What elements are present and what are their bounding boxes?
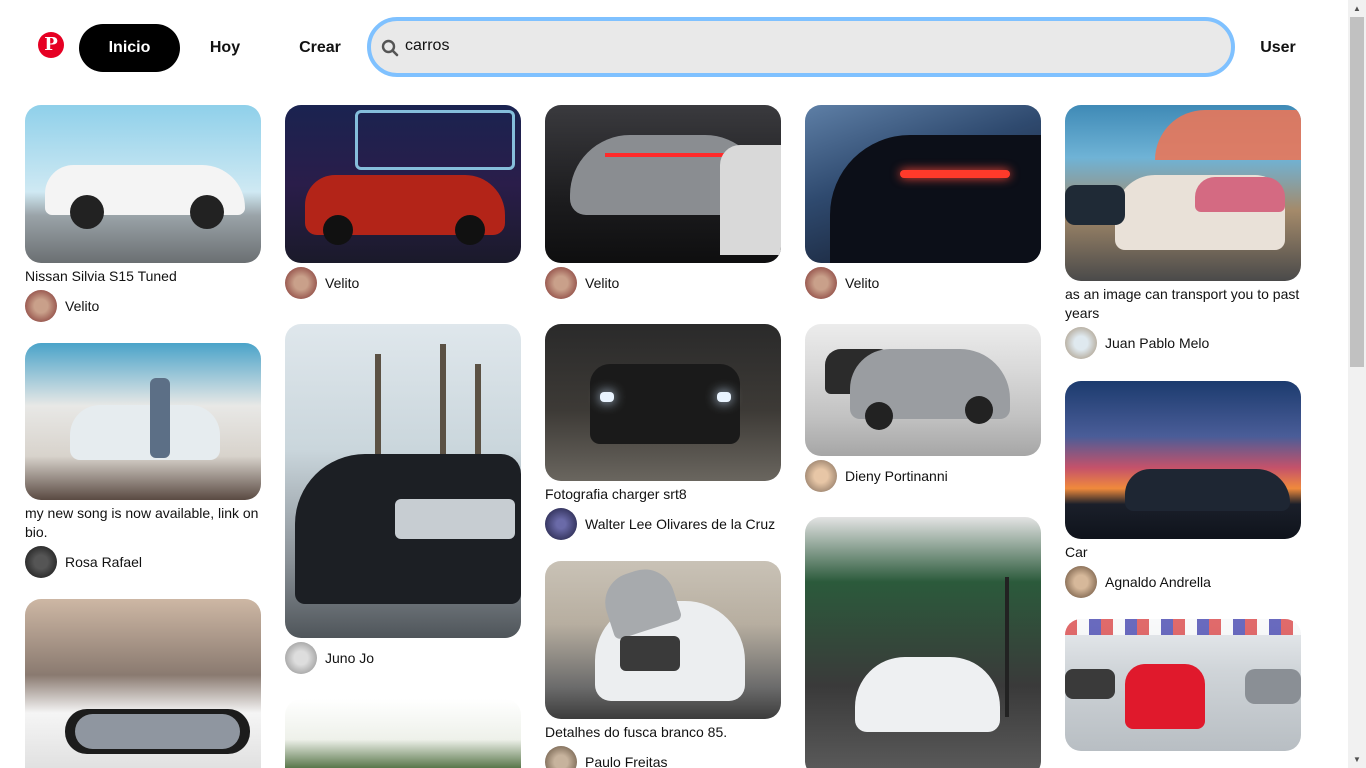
avatar[interactable] bbox=[545, 508, 577, 540]
avatar[interactable] bbox=[1065, 327, 1097, 359]
scroll-up-arrow-icon[interactable]: ▲ bbox=[1348, 0, 1366, 17]
author-name[interactable]: Velito bbox=[585, 275, 619, 291]
pin-card[interactable] bbox=[25, 599, 261, 768]
pin-card[interactable]: Velito bbox=[805, 105, 1041, 299]
pin-card[interactable]: Nissan Silvia S15 Tuned Velito bbox=[25, 105, 261, 322]
pin-image[interactable] bbox=[805, 324, 1041, 456]
page-scrollbar[interactable]: ▲ ▼ bbox=[1348, 0, 1366, 768]
pin-title: my new song is now available, link on bi… bbox=[25, 505, 259, 540]
pin-card[interactable]: Fotografia charger srt8 Walter Lee Oliva… bbox=[545, 324, 781, 540]
avatar[interactable] bbox=[285, 642, 317, 674]
search-icon bbox=[381, 39, 399, 57]
avatar[interactable] bbox=[545, 746, 577, 768]
pin-title: Nissan Silvia S15 Tuned bbox=[25, 268, 177, 284]
pin-card[interactable] bbox=[285, 699, 521, 768]
pin-card[interactable]: Dieny Portinanni bbox=[805, 324, 1041, 492]
pin-image[interactable] bbox=[285, 699, 521, 768]
author-name[interactable]: Dieny Portinanni bbox=[845, 468, 948, 484]
pin-image[interactable] bbox=[25, 599, 261, 768]
pin-card[interactable]: Velito bbox=[285, 105, 521, 299]
avatar[interactable] bbox=[25, 290, 57, 322]
user-button[interactable]: User bbox=[1252, 24, 1304, 72]
search-bar[interactable] bbox=[367, 17, 1235, 77]
pin-image[interactable] bbox=[1065, 381, 1301, 539]
pin-image[interactable] bbox=[1065, 105, 1301, 281]
author-name[interactable]: Velito bbox=[325, 275, 359, 291]
pin-image[interactable] bbox=[1065, 619, 1301, 751]
author-name[interactable]: Paulo Freitas bbox=[585, 754, 667, 768]
pin-author[interactable]: Juan Pablo Melo bbox=[1065, 327, 1301, 359]
author-name[interactable]: Velito bbox=[65, 298, 99, 314]
pin-author[interactable]: Velito bbox=[545, 267, 781, 299]
avatar[interactable] bbox=[805, 460, 837, 492]
pin-image[interactable] bbox=[545, 561, 781, 719]
pin-card[interactable]: Velito bbox=[545, 105, 781, 299]
pin-author[interactable]: Velito bbox=[25, 290, 261, 322]
pin-image[interactable] bbox=[805, 105, 1041, 263]
pin-author[interactable]: Juno Jo bbox=[285, 642, 521, 674]
home-button[interactable]: Inicio bbox=[79, 24, 180, 72]
pin-card[interactable]: my new song is now available, link on bi… bbox=[25, 343, 261, 578]
pin-author[interactable]: Velito bbox=[285, 267, 521, 299]
pin-image[interactable] bbox=[25, 105, 261, 263]
pin-card[interactable]: Car Agnaldo Andrella bbox=[1065, 381, 1301, 598]
pin-card[interactable] bbox=[1065, 619, 1301, 751]
avatar[interactable] bbox=[25, 546, 57, 578]
author-name[interactable]: Walter Lee Olivares de la Cruz bbox=[585, 516, 775, 532]
pinterest-logo-icon[interactable]: P bbox=[38, 32, 64, 58]
pin-title: Detalhes do fusca branco 85. bbox=[545, 724, 728, 740]
pin-image[interactable] bbox=[545, 324, 781, 481]
pin-card[interactable]: as an image can transport you to past ye… bbox=[1065, 105, 1301, 359]
avatar[interactable] bbox=[1065, 566, 1097, 598]
pin-image[interactable] bbox=[805, 517, 1041, 768]
today-button[interactable]: Hoy bbox=[190, 24, 260, 72]
scrollbar-thumb[interactable] bbox=[1350, 17, 1364, 367]
search-input[interactable] bbox=[405, 33, 1205, 59]
author-name[interactable]: Juan Pablo Melo bbox=[1105, 335, 1209, 351]
pin-author[interactable]: Agnaldo Andrella bbox=[1065, 566, 1301, 598]
pin-card[interactable] bbox=[805, 517, 1041, 768]
pin-card[interactable]: Juno Jo bbox=[285, 324, 521, 674]
author-name[interactable]: Velito bbox=[845, 275, 879, 291]
pin-image[interactable] bbox=[545, 105, 781, 263]
pin-author[interactable]: Dieny Portinanni bbox=[805, 460, 1041, 492]
avatar[interactable] bbox=[285, 267, 317, 299]
pin-author[interactable]: Velito bbox=[805, 267, 1041, 299]
pin-author[interactable]: Rosa Rafael bbox=[25, 546, 261, 578]
pin-author[interactable]: Walter Lee Olivares de la Cruz bbox=[545, 508, 781, 540]
author-name[interactable]: Rosa Rafael bbox=[65, 554, 142, 570]
avatar[interactable] bbox=[805, 267, 837, 299]
create-button[interactable]: Crear bbox=[285, 24, 355, 72]
pin-title: Fotografia charger srt8 bbox=[545, 486, 687, 502]
top-nav-bar: P Inicio Hoy Crear User bbox=[0, 0, 1348, 96]
pin-title: as an image can transport you to past ye… bbox=[1065, 286, 1300, 321]
author-name[interactable]: Juno Jo bbox=[325, 650, 374, 666]
author-name[interactable]: Agnaldo Andrella bbox=[1105, 574, 1211, 590]
avatar[interactable] bbox=[545, 267, 577, 299]
pin-image[interactable] bbox=[285, 324, 521, 638]
pin-card[interactable]: Detalhes do fusca branco 85. Paulo Freit… bbox=[545, 561, 781, 768]
pin-author[interactable]: Paulo Freitas bbox=[545, 746, 781, 768]
pin-title: Car bbox=[1065, 544, 1088, 560]
pin-image[interactable] bbox=[25, 343, 261, 500]
scroll-down-arrow-icon[interactable]: ▼ bbox=[1348, 751, 1366, 768]
pin-image[interactable] bbox=[285, 105, 521, 263]
